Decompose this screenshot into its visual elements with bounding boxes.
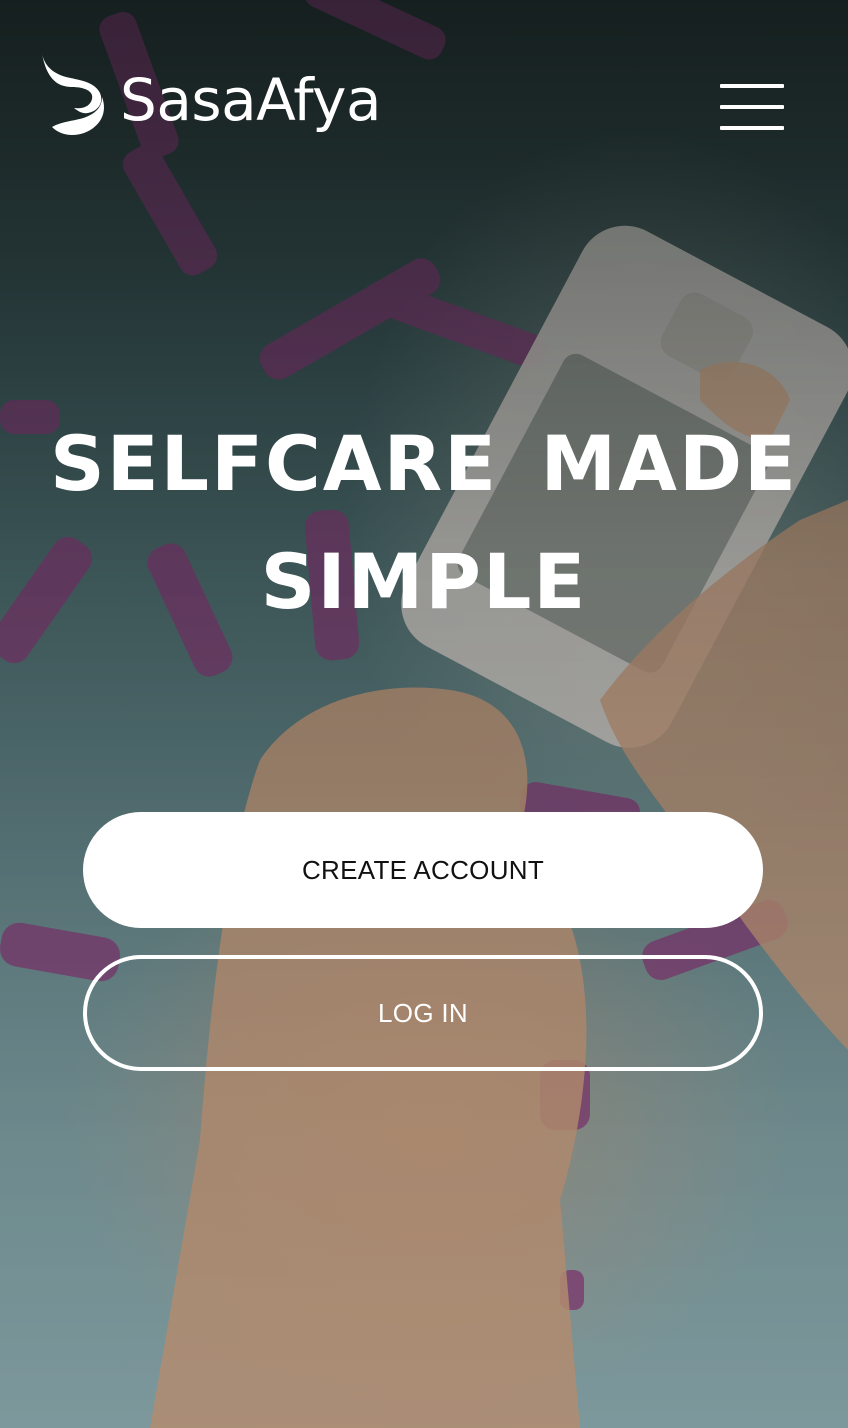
hamburger-menu-icon-bar (720, 126, 784, 130)
hamburger-menu-button[interactable] (716, 80, 788, 134)
create-account-button[interactable]: CREATE ACCOUNT (83, 812, 763, 928)
brand-logo[interactable]: SasaAfya (38, 46, 382, 146)
hero-headline: SELFCARE MADE SIMPLE (0, 405, 848, 641)
login-label: LOG IN (378, 997, 468, 1028)
hamburger-menu-icon-bar (720, 105, 784, 109)
headline-line-1: SELFCARE MADE (50, 419, 798, 508)
hero-background (0, 0, 848, 1428)
headline-line-2: SIMPLE (260, 537, 588, 626)
login-button[interactable]: LOG IN (83, 955, 763, 1071)
hamburger-menu-icon (720, 84, 784, 88)
dark-overlay (0, 0, 848, 1428)
brand-name: SasaAfya (120, 66, 382, 134)
create-account-label: CREATE ACCOUNT (301, 854, 545, 885)
sasaafya-logo-icon (42, 53, 104, 135)
